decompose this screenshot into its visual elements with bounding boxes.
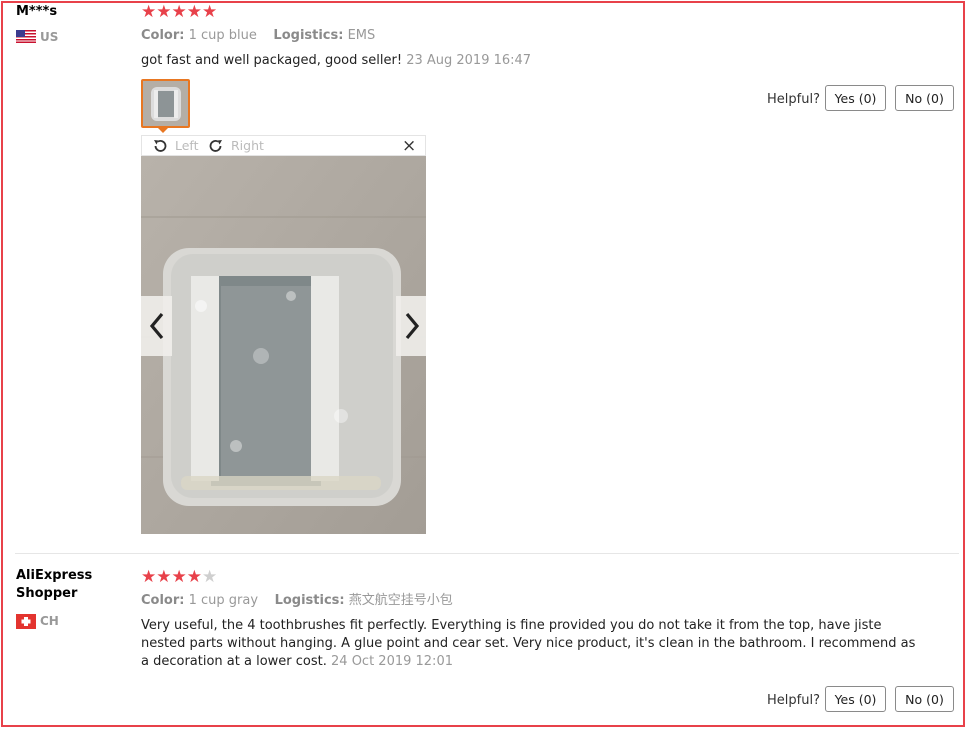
product-attributes: Color: 1 cup blue Logistics: EMS bbox=[141, 27, 375, 44]
logistics-value: 燕文航空挂号小包 bbox=[348, 593, 453, 608]
close-icon[interactable]: × bbox=[402, 136, 416, 156]
logistics-label: Logistics: bbox=[273, 28, 344, 43]
review-photo-thumbnail[interactable] bbox=[141, 79, 190, 128]
star-icon: ★ bbox=[156, 567, 172, 587]
ch-flag-icon bbox=[16, 614, 36, 629]
helpful-yes-button[interactable]: Yes (0) bbox=[825, 85, 886, 111]
rotate-left-icon[interactable] bbox=[152, 138, 168, 154]
rotate-right-label[interactable]: Right bbox=[231, 138, 264, 154]
review-photo-image bbox=[141, 156, 426, 534]
review-divider bbox=[15, 553, 959, 554]
review-body: got fast and well packaged, good seller! bbox=[141, 53, 403, 68]
helpful-label: Helpful? bbox=[767, 693, 820, 708]
review-text-line2: nested parts without hanging. A glue poi… bbox=[141, 636, 916, 651]
color-label: Color: bbox=[141, 28, 185, 43]
reviewer-name-line1: AliExpress bbox=[16, 568, 93, 583]
review-text-line1: Very useful, the 4 toothbrushes fit perf… bbox=[141, 618, 882, 633]
reviewer-name: M***s bbox=[16, 4, 58, 19]
review-body-end: a decoration at a lower cost. bbox=[141, 654, 327, 669]
star-icon: ★ bbox=[141, 567, 157, 587]
review-photo-viewer bbox=[141, 156, 426, 534]
helpful-no-button[interactable]: No (0) bbox=[895, 85, 954, 111]
review-text-line3: a decoration at a lower cost. 24 Oct 201… bbox=[141, 653, 453, 671]
next-image-button[interactable] bbox=[396, 296, 426, 356]
star-empty-icon: ★ bbox=[202, 567, 218, 587]
logistics-label: Logistics: bbox=[274, 593, 345, 608]
review-date: 24 Oct 2019 12:01 bbox=[331, 654, 453, 669]
rating-stars: ★★★★★ bbox=[141, 568, 217, 586]
thumbnail-image bbox=[143, 81, 188, 126]
image-viewer-toolbar: Left Right × bbox=[141, 135, 426, 156]
star-icon: ★ bbox=[186, 567, 202, 587]
chevron-right-icon bbox=[405, 312, 419, 340]
color-label: Color: bbox=[141, 593, 185, 608]
us-flag-icon bbox=[16, 30, 36, 43]
helpful-no-button[interactable]: No (0) bbox=[895, 686, 954, 712]
star-icon: ★ bbox=[202, 2, 218, 22]
star-icon: ★ bbox=[186, 2, 202, 22]
review-text: got fast and well packaged, good seller!… bbox=[141, 52, 531, 70]
rotate-right-icon[interactable] bbox=[208, 138, 224, 154]
reviewer-country: CH bbox=[40, 614, 59, 628]
review-date: 23 Aug 2019 16:47 bbox=[406, 53, 532, 68]
color-value: 1 cup blue bbox=[188, 28, 257, 43]
color-value: 1 cup gray bbox=[188, 593, 259, 608]
reviewer-name-line2: Shopper bbox=[16, 586, 78, 601]
chevron-left-icon bbox=[149, 312, 163, 340]
star-icon: ★ bbox=[156, 2, 172, 22]
helpful-label: Helpful? bbox=[767, 92, 820, 107]
star-icon: ★ bbox=[171, 2, 187, 22]
logistics-value: EMS bbox=[347, 28, 376, 43]
product-attributes: Color: 1 cup gray Logistics: 燕文航空挂号小包 bbox=[141, 592, 453, 609]
reviewer-country: US bbox=[40, 30, 59, 44]
rating-stars: ★★★★★ bbox=[141, 3, 217, 21]
star-icon: ★ bbox=[171, 567, 187, 587]
rotate-left-label[interactable]: Left bbox=[175, 138, 199, 154]
star-icon: ★ bbox=[141, 2, 157, 22]
helpful-yes-button[interactable]: Yes (0) bbox=[825, 686, 886, 712]
previous-image-button[interactable] bbox=[141, 296, 172, 356]
thumbnail-pointer bbox=[157, 127, 169, 133]
